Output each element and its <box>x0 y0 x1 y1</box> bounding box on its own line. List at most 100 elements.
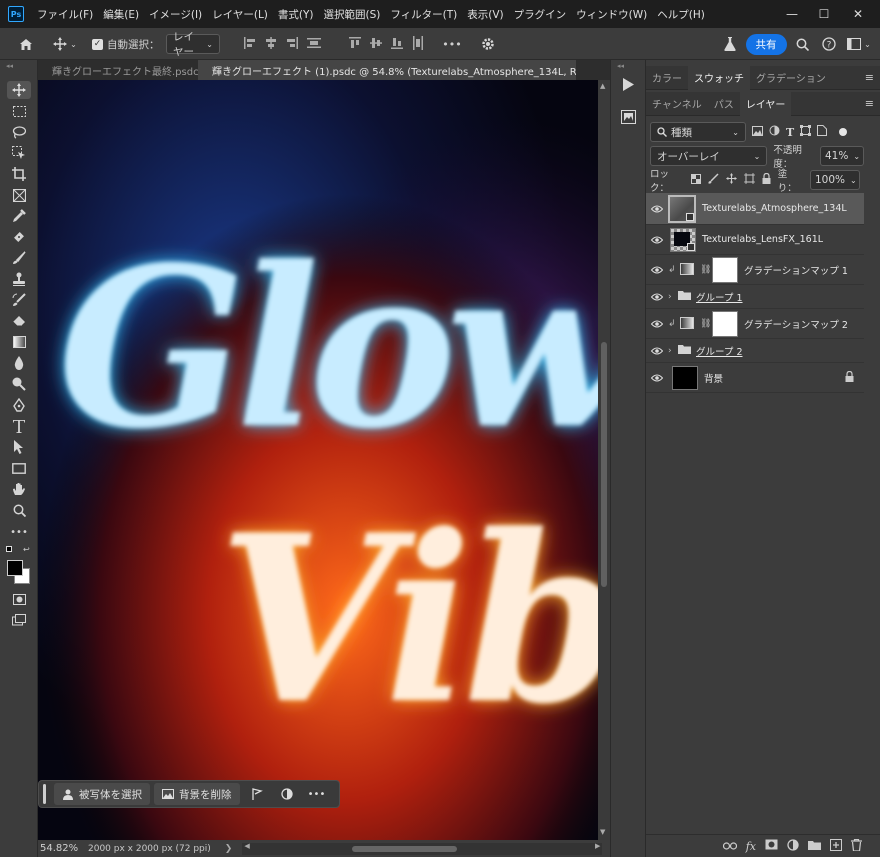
clone-stamp-tool-icon[interactable] <box>7 270 31 288</box>
blend-mode-dropdown[interactable]: オーバーレイ ⌄ <box>650 146 768 166</box>
crop-tool-icon[interactable] <box>7 165 31 183</box>
gear-icon[interactable] <box>476 28 500 60</box>
align-top-icon[interactable] <box>348 36 361 52</box>
collapse-arrows-icon[interactable]: ◂◂ <box>6 62 13 70</box>
path-selection-tool-icon[interactable] <box>7 438 31 456</box>
layer-name[interactable]: Texturelabs_Atmosphere_134L <box>702 203 847 214</box>
visibility-eye-icon[interactable] <box>646 293 668 301</box>
filter-type-icon[interactable]: T <box>786 126 794 139</box>
status-menu-arrow[interactable]: ❯ <box>225 844 233 854</box>
remove-background-button[interactable]: 背景を削除 <box>154 783 240 805</box>
visibility-eye-icon[interactable] <box>646 236 668 244</box>
scroll-up-icon[interactable]: ▲ <box>600 82 605 90</box>
trash-icon[interactable] <box>851 838 862 854</box>
menu-help[interactable]: ヘルプ(H) <box>652 7 710 22</box>
layers-scrollbar[interactable] <box>866 190 878 830</box>
object-selection-tool-icon[interactable] <box>7 144 31 162</box>
more-options-button[interactable]: ••• <box>440 28 464 60</box>
distribute-icon[interactable] <box>306 37 321 52</box>
document-canvas[interactable]: Glow Glow Vibe Vibe <box>38 80 598 840</box>
marquee-tool-icon[interactable] <box>7 102 31 120</box>
layer-thumbnail[interactable] <box>672 365 698 390</box>
align-vcenter-icon[interactable] <box>369 37 382 52</box>
tab-swatches[interactable]: スウォッチ <box>688 65 750 90</box>
filter-pixel-icon[interactable] <box>752 125 763 139</box>
tab-document-final[interactable]: 輝きグローエフェクト最終.psdc <box>38 60 198 80</box>
zoom-level[interactable]: 54.82% <box>38 843 88 854</box>
minimize-button[interactable]: — <box>776 0 808 28</box>
align-left-icon[interactable] <box>243 36 256 52</box>
expand-dock-icon[interactable]: ◂◂ <box>617 62 624 70</box>
align-right-icon[interactable] <box>286 36 298 52</box>
auto-select-toggle[interactable]: ✓ 自動選択： <box>92 28 162 60</box>
help-icon[interactable]: ? <box>818 28 840 60</box>
canvas-vertical-scrollbar[interactable]: ▲ ▼ <box>598 80 610 840</box>
layer-row[interactable]: Texturelabs_Atmosphere_134L <box>646 193 864 225</box>
scroll-thumb[interactable] <box>601 342 607 587</box>
layer-row[interactable]: ↲ ⛓ グラデーションマップ 2 <box>646 309 864 339</box>
panel-menu-icon[interactable]: ≡ <box>865 97 874 110</box>
expand-group-chevron-icon[interactable]: › <box>668 292 678 302</box>
tab-paths[interactable]: パス <box>708 92 740 116</box>
type-tool-icon[interactable] <box>7 417 31 435</box>
new-adjustment-icon[interactable] <box>787 838 799 854</box>
new-group-icon[interactable] <box>808 840 821 853</box>
drag-handle[interactable] <box>43 784 46 804</box>
menu-filter[interactable]: フィルター(T) <box>385 7 462 22</box>
layer-name[interactable]: 背景 <box>704 371 723 385</box>
brush-tool-icon[interactable] <box>7 249 31 267</box>
healing-brush-tool-icon[interactable] <box>7 228 31 246</box>
flask-icon[interactable] <box>720 28 740 60</box>
play-icon[interactable] <box>622 78 634 94</box>
distribute-vertical-icon[interactable] <box>412 35 424 53</box>
scroll-right-icon[interactable]: ▶ <box>595 842 600 850</box>
menu-image[interactable]: イメージ(I) <box>144 7 207 22</box>
move-tool-icon[interactable] <box>7 81 31 99</box>
panel-menu-icon[interactable]: ≡ <box>865 71 874 84</box>
opacity-field[interactable]: 41% ⌄ <box>820 146 864 166</box>
visibility-eye-icon[interactable] <box>646 347 668 355</box>
move-tool-preset-dropdown[interactable]: ⌄ <box>48 28 82 60</box>
layer-row[interactable]: › グループ 1 <box>646 285 864 309</box>
hscroll-thumb[interactable] <box>352 845 458 852</box>
foreground-color-swatch[interactable] <box>7 560 23 576</box>
quick-mask-icon[interactable] <box>7 590 31 608</box>
default-colors-icon[interactable] <box>6 546 12 552</box>
layer-name[interactable]: グラデーションマップ 2 <box>744 317 848 331</box>
auto-select-target-dropdown[interactable]: レイヤー ⌄ <box>166 31 220 58</box>
menu-view[interactable]: 表示(V) <box>462 7 508 22</box>
visibility-eye-icon[interactable] <box>646 205 668 213</box>
layer-mask-thumbnail[interactable] <box>712 256 738 283</box>
layer-name[interactable]: Texturelabs_LensFX_161L <box>702 234 823 245</box>
filter-adjustment-icon[interactable] <box>769 125 780 139</box>
tab-document-active[interactable]: 輝きグローエフェクト (1).psdc @ 54.8% (Texturelabs… <box>198 60 576 80</box>
lock-artboard-icon[interactable] <box>743 173 755 187</box>
tab-layers[interactable]: レイヤー <box>739 91 792 116</box>
lock-position-icon[interactable] <box>725 173 737 187</box>
lock-icon[interactable] <box>845 370 854 385</box>
menu-file[interactable]: ファイル(F) <box>32 7 98 22</box>
rectangle-tool-icon[interactable] <box>7 459 31 477</box>
menu-select[interactable]: 選択範囲(S) <box>319 7 386 22</box>
layer-row[interactable]: ↲ ⛓ グラデーションマップ 1 <box>646 255 864 285</box>
menu-window[interactable]: ウィンドウ(W) <box>571 7 652 22</box>
layer-name[interactable]: グループ 2 <box>696 344 743 358</box>
gradient-tool-icon[interactable] <box>7 333 31 351</box>
zoom-tool-icon[interactable] <box>7 501 31 519</box>
align-bottom-icon[interactable] <box>390 37 403 52</box>
visibility-eye-icon[interactable] <box>646 266 668 274</box>
history-brush-tool-icon[interactable] <box>7 291 31 309</box>
flag-icon[interactable] <box>244 783 270 805</box>
filter-toggle[interactable] <box>839 128 848 136</box>
pen-tool-icon[interactable] <box>7 396 31 414</box>
hand-tool-icon[interactable] <box>7 480 31 498</box>
layer-thumbnail[interactable] <box>670 227 696 252</box>
canvas-horizontal-scrollbar[interactable]: ◀ ▶ <box>242 842 603 855</box>
tab-channels[interactable]: チャンネル <box>646 92 708 116</box>
new-layer-icon[interactable] <box>830 838 842 854</box>
layer-row[interactable]: Texturelabs_LensFX_161L <box>646 225 864 255</box>
link-layers-icon[interactable] <box>722 840 737 853</box>
filter-shape-icon[interactable] <box>800 125 812 139</box>
screen-mode-icon[interactable] <box>7 611 31 629</box>
layer-name[interactable]: グループ 1 <box>696 290 743 304</box>
